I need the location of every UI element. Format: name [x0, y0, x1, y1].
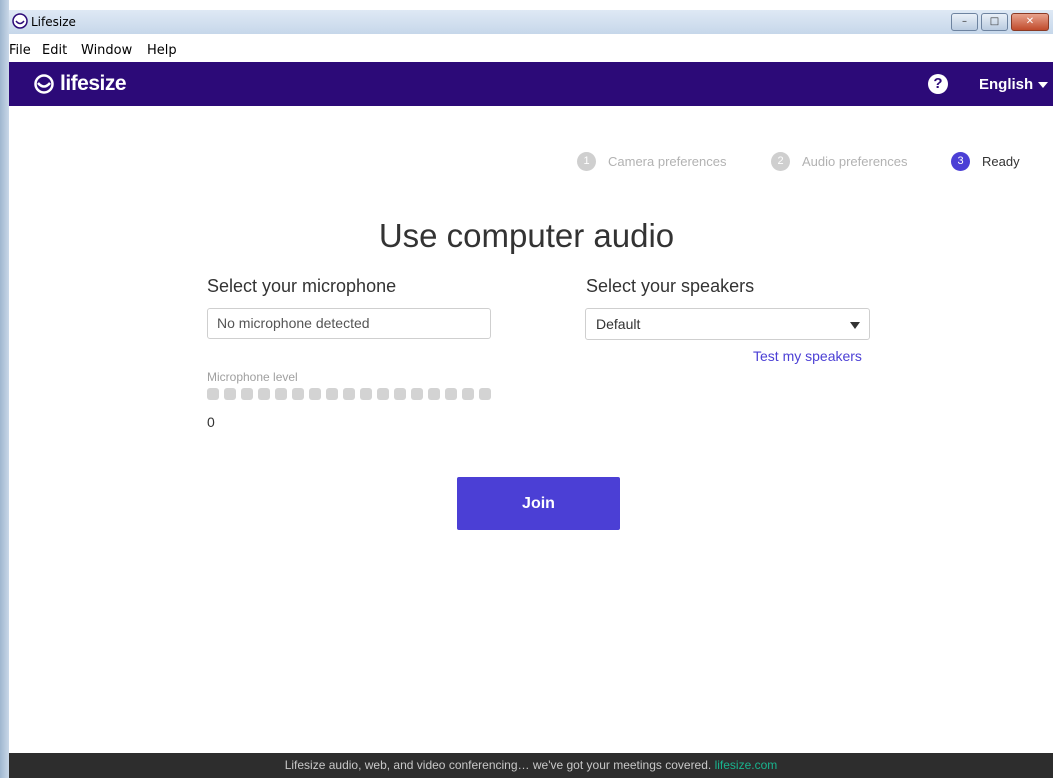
microphone-level-segment — [241, 388, 253, 400]
speakers-select-value: Default — [596, 316, 641, 332]
lifesize-logo-icon — [34, 74, 54, 94]
microphone-level-segment — [360, 388, 372, 400]
microphone-level-label: Microphone level — [207, 370, 298, 384]
step-number: 2 — [771, 152, 790, 171]
footer: Lifesize audio, web, and video conferenc… — [9, 753, 1053, 778]
maximize-button[interactable]: □ — [981, 13, 1008, 31]
help-icon[interactable]: ? — [928, 74, 948, 94]
microphone-level-value: 0 — [207, 414, 215, 430]
minimize-button[interactable]: – — [951, 13, 978, 31]
caret-down-icon — [1038, 82, 1049, 89]
microphone-level-segment — [479, 388, 491, 400]
close-button[interactable]: ✕ — [1011, 13, 1049, 31]
menu-bar: File Edit Window Help — [9, 42, 1053, 62]
app-window: Lifesize – □ ✕ File Edit Window Help lif… — [0, 0, 1053, 778]
menu-edit[interactable]: Edit — [42, 43, 67, 58]
test-speakers-link[interactable]: Test my speakers — [753, 348, 862, 364]
join-button[interactable]: Join — [457, 477, 620, 530]
microphone-level-segment — [445, 388, 457, 400]
window-border — [0, 0, 9, 778]
language-selector[interactable]: English — [979, 76, 1049, 93]
caret-down-icon — [850, 322, 860, 329]
microphone-level-segment — [224, 388, 236, 400]
microphone-level-segment — [207, 388, 219, 400]
microphone-level-segment — [462, 388, 474, 400]
title-bar[interactable]: Lifesize – □ ✕ — [9, 10, 1053, 34]
microphone-level-segment — [428, 388, 440, 400]
step-label: Camera preferences — [608, 154, 727, 169]
window-controls: – □ ✕ — [948, 13, 1049, 31]
menu-help[interactable]: Help — [147, 43, 177, 58]
speakers-label: Select your speakers — [586, 276, 755, 296]
microphone-label: Select your microphone — [207, 276, 397, 296]
speakers-select[interactable]: Default — [585, 308, 870, 340]
step-number: 1 — [577, 152, 596, 171]
microphone-level-segment — [275, 388, 287, 400]
microphone-level-segment — [343, 388, 355, 400]
microphone-level-segment — [394, 388, 406, 400]
microphone-level-segment — [258, 388, 270, 400]
microphone-level-segment — [411, 388, 423, 400]
app-header: lifesize ? English — [9, 62, 1053, 106]
window-title: Lifesize — [31, 15, 76, 29]
microphone-select[interactable]: No microphone detected — [207, 308, 491, 339]
microphone-level-segment — [377, 388, 389, 400]
page-title: Use computer audio — [378, 217, 675, 254]
microphone-level-segment — [326, 388, 338, 400]
step-number: 3 — [951, 152, 970, 171]
microphone-level-segment — [309, 388, 321, 400]
logo-text: lifesize — [60, 72, 127, 95]
language-label: English — [979, 76, 1034, 93]
footer-text: Lifesize audio, web, and video conferenc… — [284, 758, 712, 772]
step-label: Audio preferences — [802, 154, 908, 169]
step-label: Ready — [982, 154, 1020, 169]
lifesize-app-icon — [12, 13, 28, 29]
microphone-level-segment — [292, 388, 304, 400]
menu-window[interactable]: Window — [81, 43, 132, 58]
menu-file[interactable]: File — [9, 43, 31, 58]
footer-link[interactable]: lifesize.com — [715, 758, 778, 772]
